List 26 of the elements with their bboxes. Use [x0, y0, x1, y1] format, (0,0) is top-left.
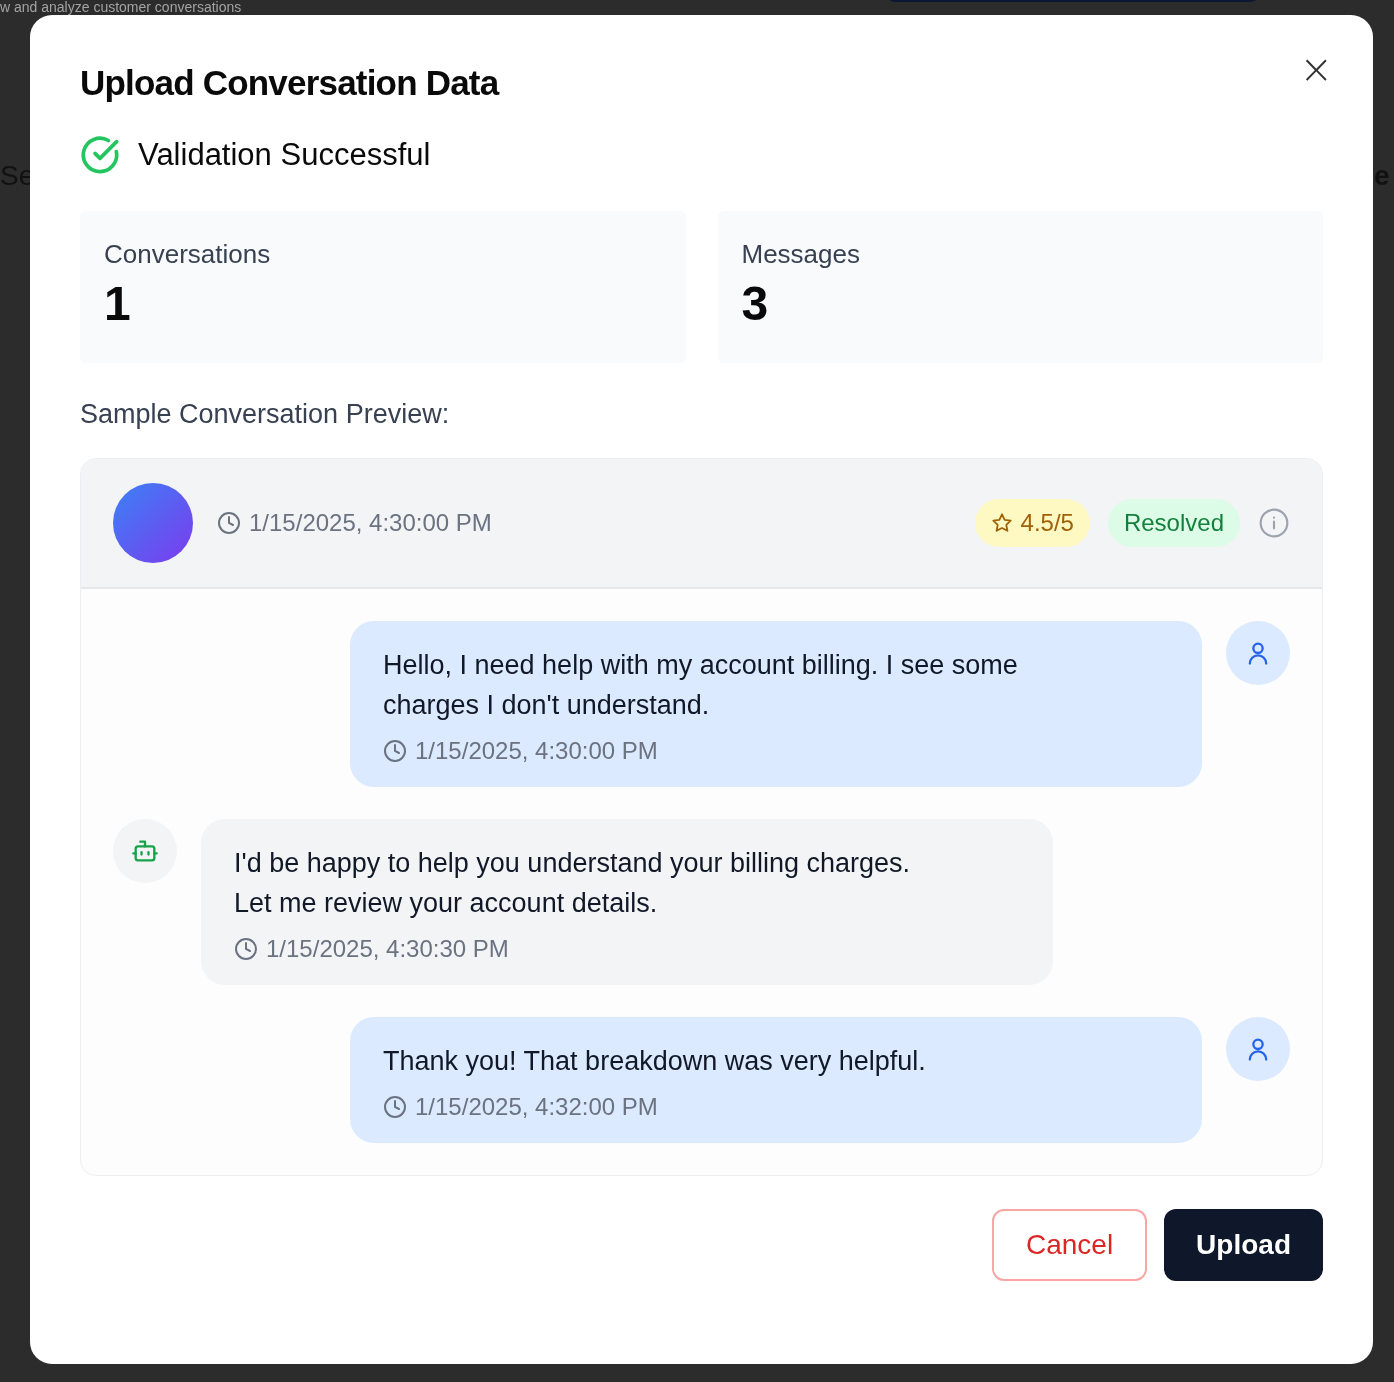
clock-icon — [383, 1095, 407, 1119]
message-text: Hello, I need help with my account billing. I see some charges I don't understand. — [383, 649, 1019, 722]
clock-icon — [234, 937, 258, 961]
stat-label: Conversations — [104, 239, 272, 270]
message-text: Thank you! That breakdown was very helpful. — [383, 1045, 927, 1078]
clock-icon — [383, 739, 407, 763]
message-time: 1/15/2025, 4:32:00 PM — [415, 1093, 658, 1121]
message-text: I'd be happy to help you understand your billing charges. Let me review your account details. — [234, 847, 912, 920]
rating-badge: 4.5/5 — [974, 499, 1090, 547]
clock-icon — [217, 511, 241, 535]
message-time: 1/15/2025, 4:30:00 PM — [415, 737, 658, 765]
star-icon — [990, 512, 1013, 534]
close-button[interactable]: × — [1295, 49, 1337, 89]
stat-value: 1 — [104, 276, 132, 331]
status-badge: Resolved — [1107, 499, 1240, 547]
upload-button[interactable]: Upload — [1164, 1209, 1323, 1281]
timestamp: 1/15/2025, 4:30:00 PM — [249, 509, 492, 537]
stat-label: Messages — [741, 239, 861, 270]
info-icon[interactable] — [1258, 507, 1290, 539]
validation-message: Validation Successful — [138, 137, 431, 173]
message-time: 1/15/2025, 4:30:30 PM — [266, 935, 509, 963]
dialog-title: Upload Conversation Data — [80, 63, 499, 103]
section-heading: Sample Conversation Preview: — [80, 399, 451, 430]
page-subtitle: w and analyze customer conversations — [0, 0, 242, 15]
cancel-button[interactable]: Cancel — [991, 1209, 1148, 1281]
stat-value: 3 — [741, 276, 770, 331]
